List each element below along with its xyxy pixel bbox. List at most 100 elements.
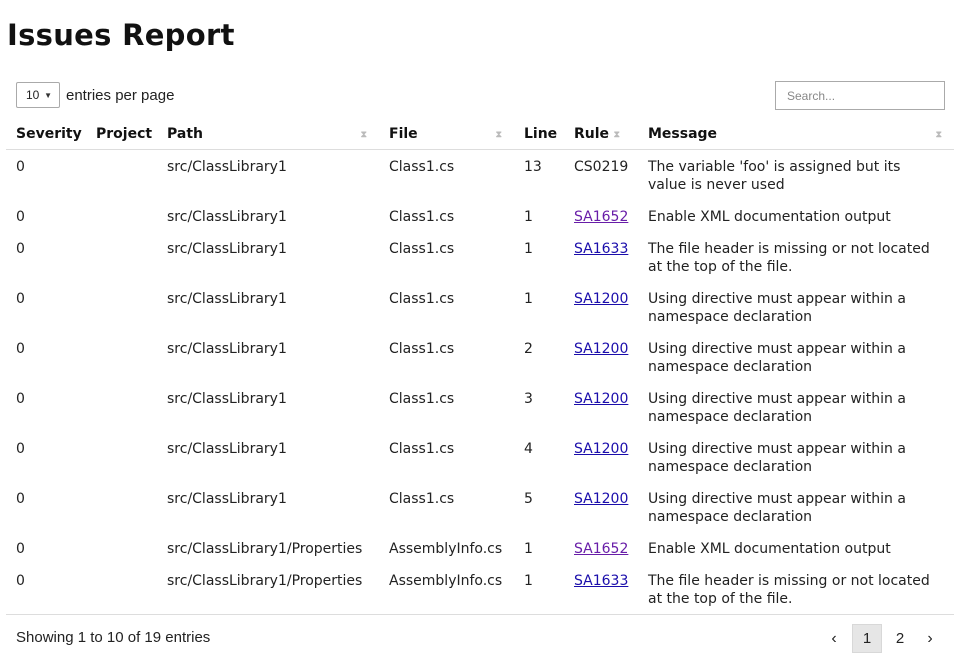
cell-rule: SA1633 bbox=[564, 232, 638, 282]
column-header-rule[interactable]: Rule ⧗ bbox=[564, 118, 638, 150]
sort-icon: ⧗ bbox=[613, 130, 620, 140]
cell-line: 1 bbox=[524, 541, 533, 557]
cell-severity: 0 bbox=[16, 241, 25, 257]
cell-rule: SA1633 bbox=[564, 564, 638, 615]
cell-severity: 0 bbox=[16, 391, 25, 407]
cell-rule: SA1200 bbox=[564, 332, 638, 382]
cell-severity: 0 bbox=[16, 159, 25, 175]
column-header-path[interactable]: Path ⧗ bbox=[157, 118, 379, 150]
cell-line: 1 bbox=[524, 209, 533, 225]
entries-per-page-control: 10 ▼ entries per page bbox=[16, 81, 174, 109]
cell-line: 2 bbox=[524, 341, 533, 357]
table-row: 0 src/ClassLibrary1/Properties AssemblyI… bbox=[6, 532, 954, 564]
rule-link[interactable]: SA1200 bbox=[574, 291, 628, 307]
cell-message: Using directive must appear within a nam… bbox=[648, 391, 906, 425]
cell-path: src/ClassLibrary1 bbox=[167, 491, 287, 507]
cell-severity: 0 bbox=[6, 564, 86, 615]
cell-path: src/ClassLibrary1 bbox=[167, 291, 287, 307]
issues-report-page: Issues Report 10 ▼ entries per page Seve… bbox=[0, 0, 959, 672]
cell-project bbox=[86, 332, 157, 382]
pagination-page-2[interactable]: 2 bbox=[885, 624, 915, 653]
rule-link[interactable]: SA1633 bbox=[574, 573, 628, 589]
cell-line: 4 bbox=[524, 441, 533, 457]
cell-line: 3 bbox=[524, 391, 533, 407]
cell-message: Using directive must appear within a nam… bbox=[648, 341, 906, 375]
rule-link[interactable]: SA1652 bbox=[574, 541, 628, 557]
column-header-line[interactable]: Line bbox=[514, 118, 564, 150]
cell-severity: 0 bbox=[16, 441, 25, 457]
cell-path: src/ClassLibrary1 bbox=[167, 341, 287, 357]
sort-icon: ⧗ bbox=[360, 130, 367, 140]
cell-path: src/ClassLibrary1 bbox=[167, 241, 287, 257]
table-info: Showing 1 to 10 of 19 entries bbox=[16, 629, 211, 646]
cell-message: Using directive must appear within a nam… bbox=[648, 491, 906, 525]
entries-per-page-select[interactable]: 10 ▼ bbox=[16, 82, 60, 108]
cell-message: Enable XML documentation output bbox=[648, 541, 891, 557]
table-row: 0 src/ClassLibrary1 Class1.cs 1 SA1200 U… bbox=[6, 282, 954, 332]
column-header-severity[interactable]: Severity bbox=[6, 118, 86, 150]
cell-message: The file header is missing or not locate… bbox=[648, 241, 930, 275]
column-header-file[interactable]: File ⧗ bbox=[379, 118, 514, 150]
cell-file: Class1.cs bbox=[389, 391, 455, 407]
table-row: 0 src/ClassLibrary1 Class1.cs 1 SA1652 E… bbox=[6, 200, 954, 232]
cell-path: src/ClassLibrary1 bbox=[167, 391, 287, 407]
cell-line: 1 bbox=[524, 241, 533, 257]
chevron-down-icon: ▼ bbox=[44, 90, 52, 100]
rule-link[interactable]: SA1200 bbox=[574, 491, 628, 507]
table-row: 0 src/ClassLibrary1 Class1.cs 13 CS0219 … bbox=[6, 150, 954, 201]
table-row: 0 src/ClassLibrary1 Class1.cs 2 SA1200 U… bbox=[6, 332, 954, 382]
cell-project bbox=[86, 150, 157, 201]
cell-project bbox=[86, 532, 157, 564]
pagination-page-1[interactable]: 1 bbox=[852, 624, 882, 653]
cell-project bbox=[86, 482, 157, 532]
cell-path: src/ClassLibrary1 bbox=[167, 159, 287, 175]
page-title: Issues Report bbox=[7, 18, 235, 52]
cell-file: Class1.cs bbox=[389, 159, 455, 175]
cell-path: src/ClassLibrary1 bbox=[167, 209, 287, 225]
pagination-next-button[interactable]: › bbox=[915, 624, 945, 653]
pagination: ‹ 1 2 › bbox=[819, 624, 945, 653]
table-row: 0 src/ClassLibrary1/Properties AssemblyI… bbox=[6, 564, 954, 615]
cell-path: src/ClassLibrary1/Properties bbox=[157, 564, 379, 615]
rule-link[interactable]: SA1200 bbox=[574, 441, 628, 457]
rule-link[interactable]: SA1633 bbox=[574, 241, 628, 257]
pagination-previous-button[interactable]: ‹ bbox=[819, 624, 849, 653]
cell-message: Using directive must appear within a nam… bbox=[648, 291, 906, 325]
cell-rule: SA1652 bbox=[564, 532, 638, 564]
cell-severity: 0 bbox=[16, 291, 25, 307]
table-header-row: Severity Project Path ⧗ File ⧗ Line Rule ⧗ … bbox=[6, 118, 954, 150]
cell-message: The variable 'foo' is assigned but its v… bbox=[648, 159, 901, 193]
cell-message: Enable XML documentation output bbox=[648, 209, 891, 225]
cell-file: AssemblyInfo.cs bbox=[389, 541, 503, 557]
cell-file: AssemblyInfo.cs bbox=[379, 564, 514, 615]
cell-line: 1 bbox=[524, 291, 533, 307]
column-header-message[interactable]: Message ⧗ bbox=[638, 118, 954, 150]
cell-severity: 0 bbox=[16, 209, 25, 225]
rule-link[interactable]: SA1200 bbox=[574, 341, 628, 357]
column-header-project[interactable]: Project bbox=[86, 118, 157, 150]
cell-file: Class1.cs bbox=[389, 491, 455, 507]
cell-project bbox=[86, 564, 157, 615]
cell-line: 1 bbox=[514, 564, 564, 615]
rule-link[interactable]: SA1652 bbox=[574, 209, 628, 225]
cell-rule: SA1200 bbox=[564, 282, 638, 332]
cell-file: Class1.cs bbox=[389, 241, 455, 257]
entries-per-page-value: 10 bbox=[26, 88, 40, 102]
cell-rule: SA1652 bbox=[564, 200, 638, 232]
rule-link[interactable]: SA1200 bbox=[574, 391, 628, 407]
cell-project bbox=[86, 382, 157, 432]
cell-file: Class1.cs bbox=[389, 291, 455, 307]
cell-rule: SA1200 bbox=[564, 482, 638, 532]
cell-rule: SA1200 bbox=[564, 432, 638, 482]
cell-file: Class1.cs bbox=[389, 341, 455, 357]
sort-icon: ⧗ bbox=[935, 130, 942, 140]
cell-severity: 0 bbox=[16, 541, 25, 557]
sort-icon: ⧗ bbox=[495, 130, 502, 140]
cell-project bbox=[86, 232, 157, 282]
cell-line: 5 bbox=[524, 491, 533, 507]
search-input[interactable] bbox=[775, 81, 945, 110]
cell-message: The file header is missing or not locate… bbox=[638, 564, 954, 615]
cell-severity: 0 bbox=[16, 341, 25, 357]
issues-table: Severity Project Path ⧗ File ⧗ Line Rule ⧗ … bbox=[6, 118, 954, 615]
cell-file: Class1.cs bbox=[389, 441, 455, 457]
